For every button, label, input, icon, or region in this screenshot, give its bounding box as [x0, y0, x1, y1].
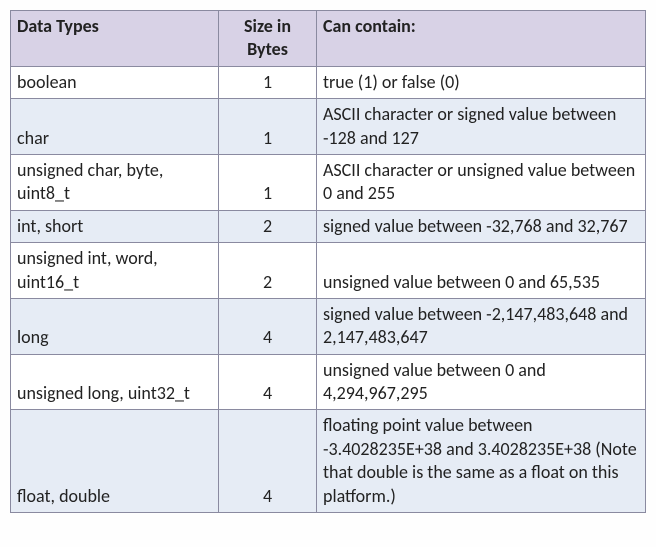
- cell-size: 2: [219, 243, 317, 299]
- cell-type: int, short: [11, 210, 219, 242]
- table-row: boolean 1 true (1) or false (0): [11, 66, 646, 98]
- cell-type: unsigned long, uint32_t: [11, 354, 219, 410]
- data-types-table: Data Types Size in Bytes Can contain: bo…: [10, 10, 646, 513]
- cell-desc: unsigned value between 0 and 4,294,967,2…: [317, 354, 646, 410]
- cell-size: 1: [219, 66, 317, 98]
- header-can-contain: Can contain:: [317, 11, 646, 67]
- table-row: unsigned int, word, uint16_t 2 unsigned …: [11, 243, 646, 299]
- cell-size: 1: [219, 154, 317, 210]
- cell-desc: unsigned value between 0 and 65,535: [317, 243, 646, 299]
- table-header-row: Data Types Size in Bytes Can contain:: [11, 11, 646, 67]
- cell-type: char: [11, 99, 219, 155]
- table-row: char 1 ASCII character or signed value b…: [11, 99, 646, 155]
- cell-desc: true (1) or false (0): [317, 66, 646, 98]
- cell-desc: floating point value between -3.4028235E…: [317, 410, 646, 513]
- cell-desc: ASCII character or signed value between …: [317, 99, 646, 155]
- cell-size: 4: [219, 410, 317, 513]
- cell-size: 4: [219, 298, 317, 354]
- cell-desc: signed value between -32,768 and 32,767: [317, 210, 646, 242]
- table-row: long 4 signed value between -2,147,483,6…: [11, 298, 646, 354]
- cell-type: unsigned char, byte, uint8_t: [11, 154, 219, 210]
- cell-size: 4: [219, 354, 317, 410]
- cell-type: boolean: [11, 66, 219, 98]
- cell-desc: signed value between -2,147,483,648 and …: [317, 298, 646, 354]
- cell-type: unsigned int, word, uint16_t: [11, 243, 219, 299]
- cell-size: 1: [219, 99, 317, 155]
- table-row: int, short 2 signed value between -32,76…: [11, 210, 646, 242]
- table-row: unsigned char, byte, uint8_t 1 ASCII cha…: [11, 154, 646, 210]
- cell-desc: ASCII character or unsigned value betwee…: [317, 154, 646, 210]
- cell-type: long: [11, 298, 219, 354]
- header-data-types: Data Types: [11, 11, 219, 67]
- cell-type: float, double: [11, 410, 219, 513]
- table-row: float, double 4 floating point value bet…: [11, 410, 646, 513]
- table-row: unsigned long, uint32_t 4 unsigned value…: [11, 354, 646, 410]
- header-size: Size in Bytes: [219, 11, 317, 67]
- cell-size: 2: [219, 210, 317, 242]
